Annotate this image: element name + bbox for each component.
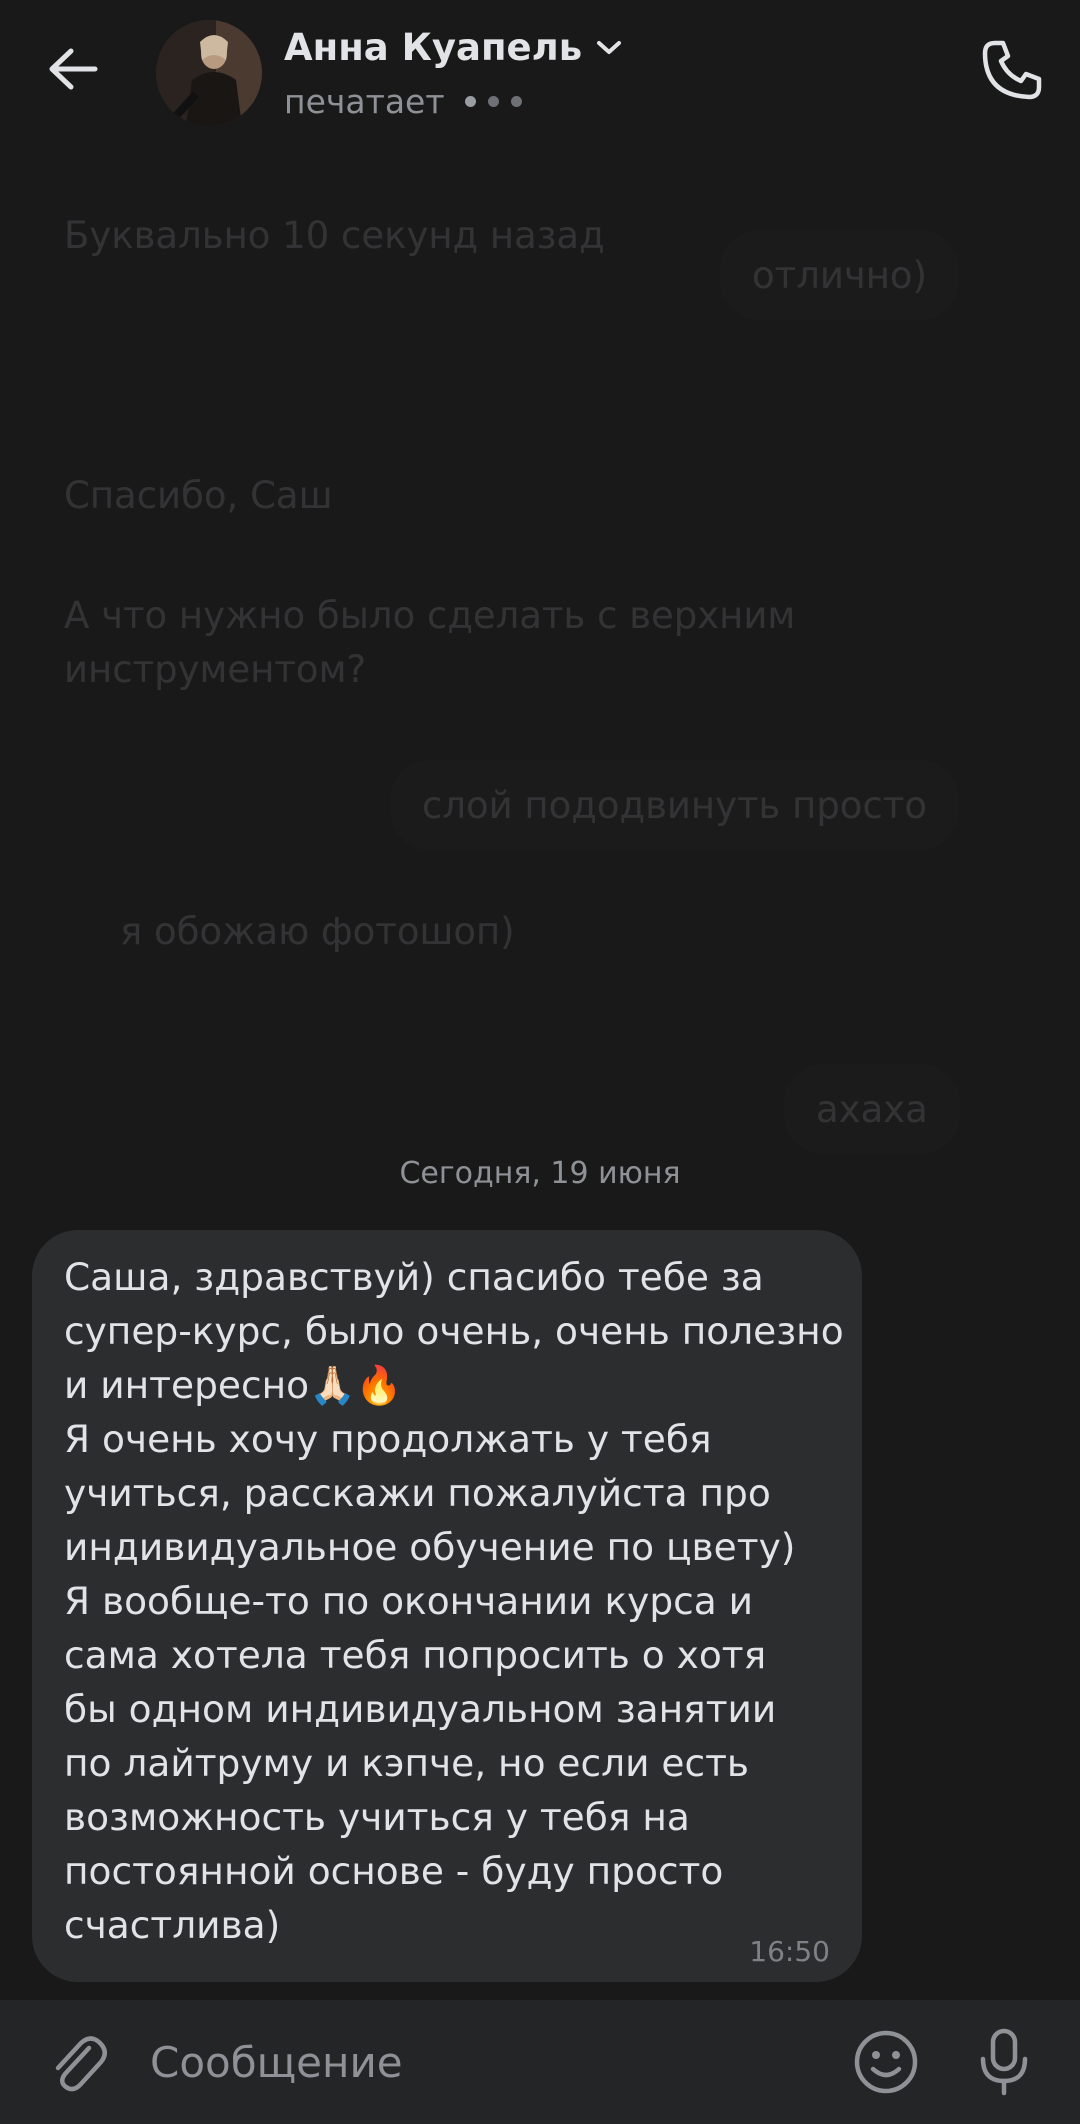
typing-status: печатает — [284, 82, 522, 121]
mic-button[interactable] — [966, 2022, 1042, 2102]
paperclip-icon — [55, 2036, 107, 2092]
message-time: 16:50 — [749, 1935, 830, 1968]
attach-button[interactable] — [40, 2024, 116, 2100]
history-message: инструментом? — [64, 648, 367, 691]
message-history: Буквально 10 секунд назад отлично) Спаси… — [0, 140, 1080, 1154]
contact-name-text: Анна Куапель — [284, 26, 583, 69]
emoji-button[interactable] — [848, 2024, 924, 2100]
history-message: А что нужно было сделать с верхним — [64, 594, 796, 637]
chevron-down-icon[interactable] — [596, 40, 622, 56]
typing-status-text: печатает — [284, 82, 445, 121]
history-message: Буквально 10 секунд назад — [64, 214, 605, 257]
typing-dots-icon — [464, 96, 522, 107]
message-text: Саша, здравствуй) спасибо тебе за супер-… — [64, 1255, 844, 1947]
phone-icon — [982, 40, 1042, 100]
arrow-left-icon — [49, 48, 98, 90]
history-message: Спасибо, Саш — [64, 474, 333, 517]
back-button[interactable] — [40, 32, 106, 106]
smile-icon — [854, 2030, 918, 2094]
call-button[interactable] — [972, 28, 1052, 112]
history-message: я обожаю фотошоп) — [120, 910, 515, 953]
incoming-message-bubble[interactable]: Саша, здравствуй) спасибо тебе за супер-… — [32, 1230, 862, 1982]
message-composer: Сообщение — [0, 2000, 1080, 2124]
history-message: слой пододвинуть просто — [390, 760, 959, 850]
contact-name[interactable]: Анна Куапель — [284, 26, 622, 69]
microphone-icon — [980, 2028, 1028, 2096]
history-message: отлично) — [720, 230, 960, 320]
message-input[interactable]: Сообщение — [150, 2026, 810, 2098]
avatar-photo — [156, 20, 262, 126]
date-separator: Сегодня, 19 июня — [399, 1156, 681, 1191]
avatar[interactable] — [156, 20, 262, 126]
chat-header: Анна Куапель печатает — [0, 0, 1080, 140]
history-message: ахаха — [784, 1064, 960, 1154]
